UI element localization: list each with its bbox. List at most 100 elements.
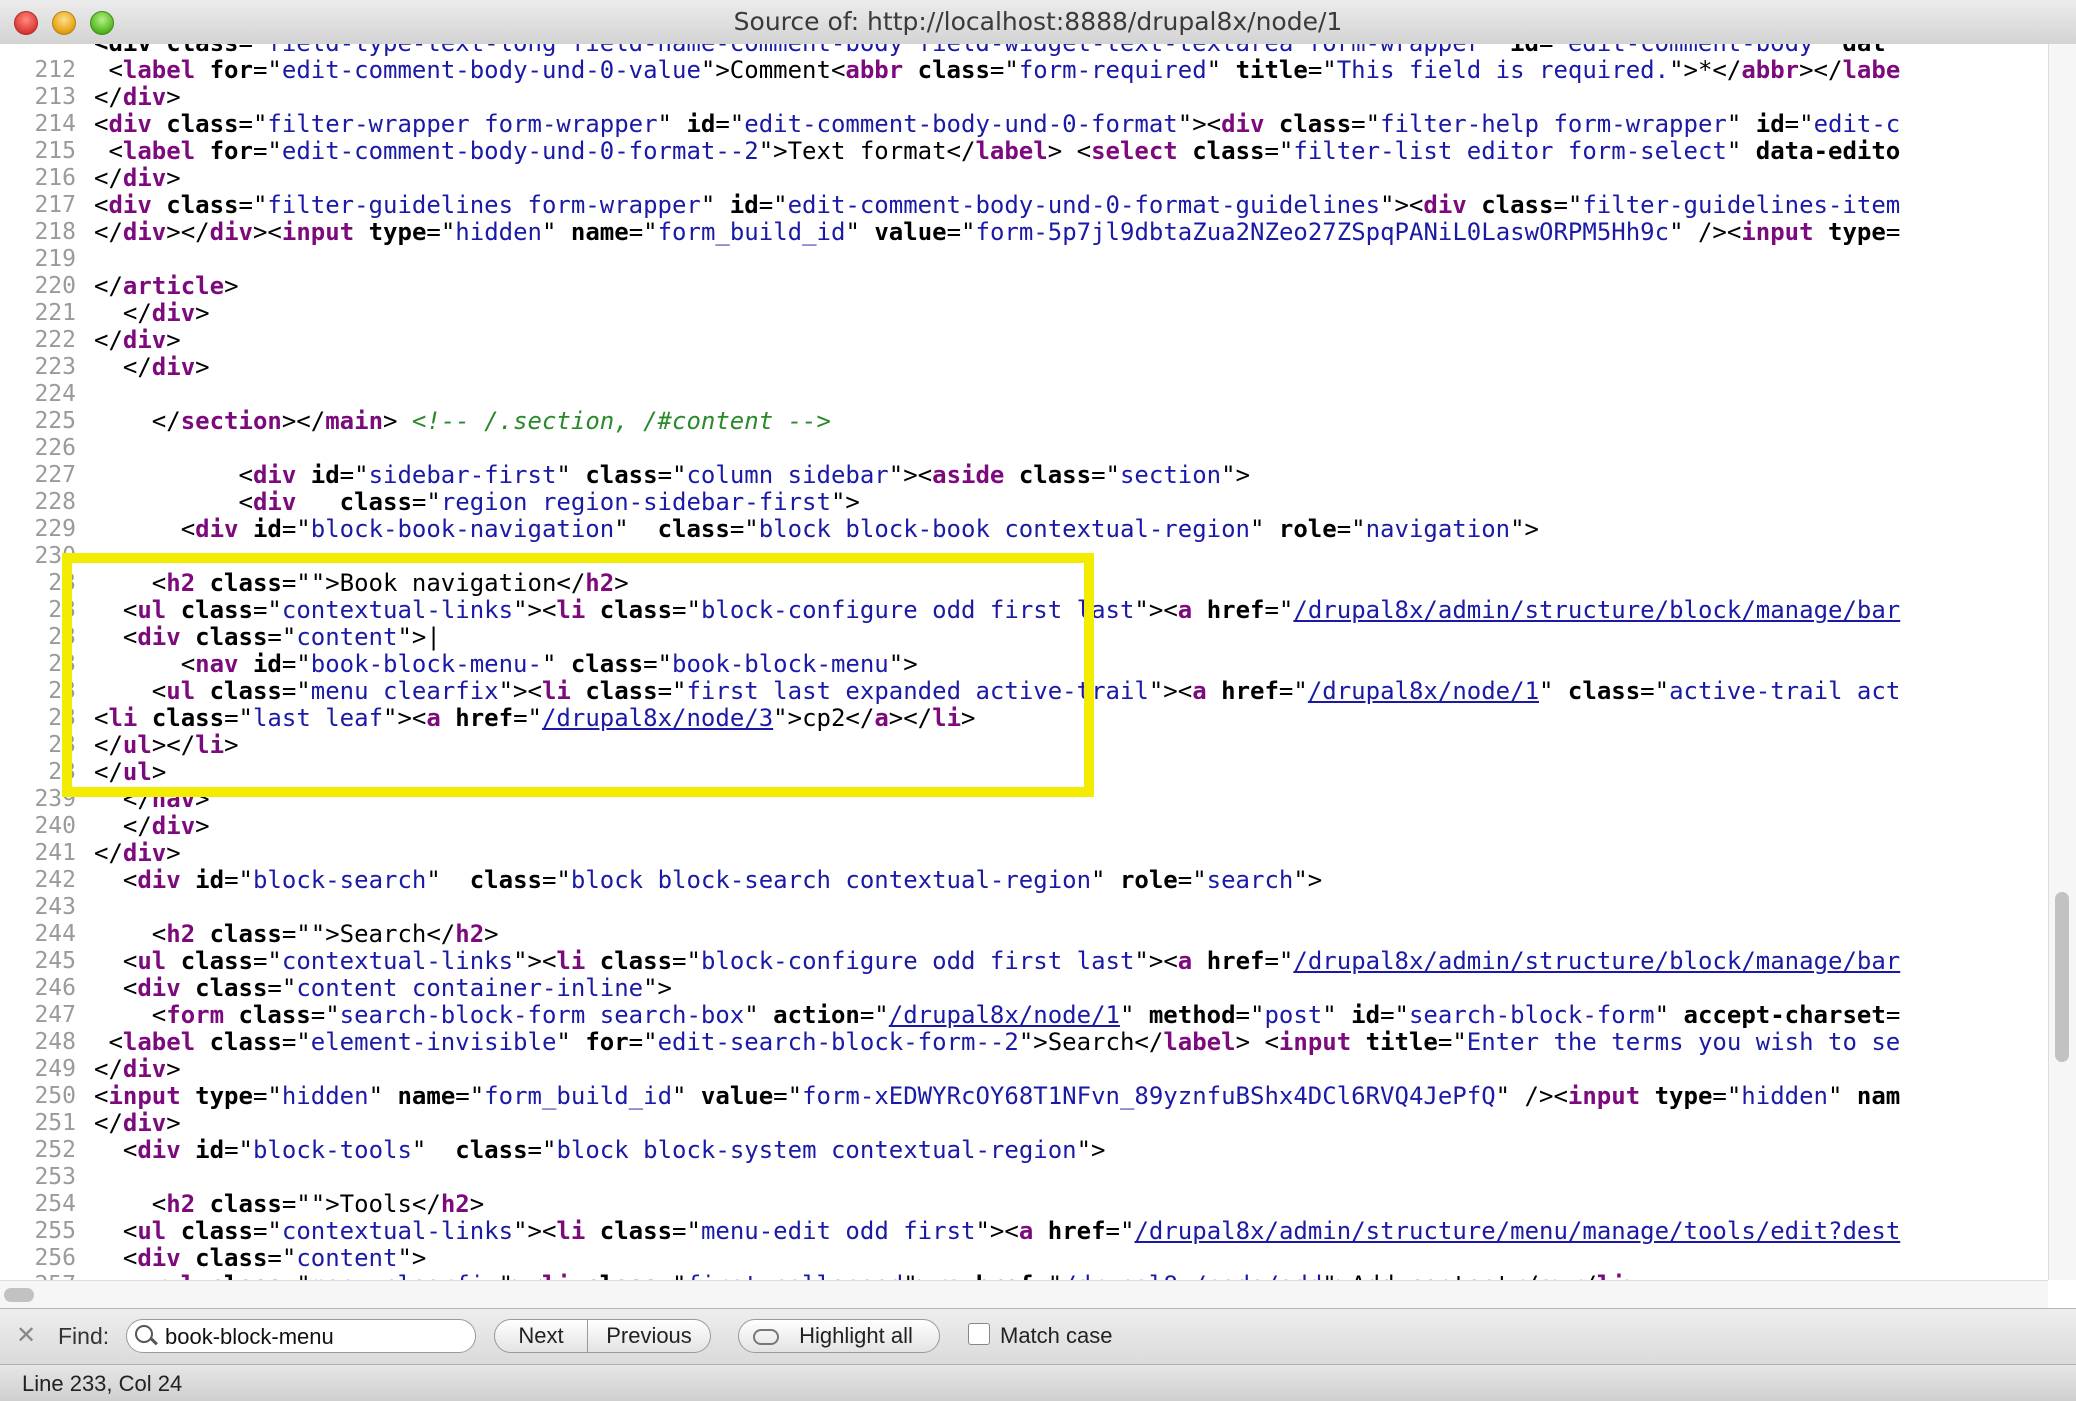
- highlight-all-label: Highlight all: [799, 1323, 913, 1348]
- source-token: =": [1105, 1217, 1135, 1245]
- source-token: </: [94, 812, 152, 840]
- source-token: <: [94, 1082, 109, 1110]
- toggle-pill-icon: [753, 1329, 779, 1345]
- line-number: 242: [34, 867, 76, 893]
- source-token: =: [1885, 1001, 1901, 1029]
- source-token: action: [773, 1001, 860, 1029]
- source-link[interactable]: /drupal8x/admin/structure/menu/manage/to…: [1134, 1217, 1900, 1245]
- source-token: first collapsed: [686, 1271, 903, 1281]
- find-input[interactable]: book-block-menu: [126, 1319, 476, 1353]
- source-token: =": [1235, 1001, 1265, 1029]
- source-token: </: [94, 299, 152, 327]
- source-token: filter-guidelines-item: [1582, 191, 1901, 219]
- source-token: div: [137, 974, 196, 1002]
- source-token: <: [94, 1271, 166, 1281]
- source-token: =": [1307, 56, 1337, 84]
- source-token: " /><: [1669, 218, 1742, 246]
- source-token: div: [209, 218, 253, 246]
- source-token: ": [426, 866, 470, 894]
- source-token: h2: [166, 1190, 210, 1218]
- source-token: " /><: [1495, 1082, 1568, 1110]
- source-token: sidebar-first: [368, 461, 557, 489]
- source-token: class: [585, 461, 658, 489]
- match-case-label[interactable]: Match case: [1000, 1323, 1113, 1349]
- source-link[interactable]: /drupal8x/node/1: [1308, 677, 1539, 705]
- source-link[interactable]: /drupal8x/admin/structure/block/manage/b…: [1293, 947, 1900, 975]
- source-token: block-configure odd first last: [700, 947, 1135, 975]
- source-token: =": [859, 1001, 889, 1029]
- source-token: =": [224, 866, 253, 894]
- source-token: =": [946, 218, 976, 246]
- source-token: id: [729, 191, 759, 219]
- source-token: "><: [903, 1271, 946, 1281]
- source-token: ": [1322, 1001, 1352, 1029]
- line-number: 244: [34, 921, 76, 947]
- source-token: ": [1091, 866, 1120, 894]
- source-token: =": [729, 515, 759, 543]
- source-token: input: [1741, 218, 1829, 246]
- previous-button[interactable]: Previous: [587, 1319, 711, 1353]
- source-token: title: [1235, 56, 1308, 84]
- source-token: post: [1264, 1001, 1323, 1029]
- line-number: 214: [34, 111, 76, 137]
- source-link[interactable]: /drupal8x/node/add: [1062, 1271, 1322, 1281]
- source-token: </: [94, 164, 123, 192]
- source-token: =": [339, 461, 369, 489]
- source-token: class: [917, 56, 990, 84]
- source-line: <h2 class="">Search</h2>: [94, 921, 499, 948]
- highlight-box: [62, 553, 1094, 797]
- source-token: block-tools: [252, 1136, 412, 1164]
- source-token: >: [166, 326, 181, 354]
- source-token: div: [137, 1136, 196, 1164]
- highlight-all-button[interactable]: Highlight all: [738, 1319, 940, 1353]
- source-token: class: [1018, 461, 1092, 489]
- horizontal-scrollbar[interactable]: [0, 1280, 2048, 1309]
- source-token: div: [108, 191, 167, 219]
- source-token: =": [281, 1028, 311, 1056]
- source-token: data-edito: [1755, 137, 1901, 165]
- source-token: ": [556, 461, 586, 489]
- source-token: ></: [1799, 56, 1843, 84]
- source-token: form_build_id: [657, 218, 846, 246]
- source-token: ": [542, 218, 571, 246]
- source-token: =": [252, 56, 282, 84]
- source-link[interactable]: /drupal8x/node/1: [889, 1001, 1120, 1029]
- source-token: </: [94, 326, 123, 354]
- source-line: <label class="element-invisible" for="ed…: [94, 1029, 1900, 1056]
- match-case-checkbox[interactable]: [968, 1323, 990, 1345]
- source-token: "><: [1380, 191, 1424, 219]
- source-token: class: [195, 974, 268, 1002]
- source-token: <: [94, 920, 167, 948]
- source-token: class: [1481, 191, 1554, 219]
- source-token: class: [238, 1001, 311, 1029]
- source-token: =": [1784, 110, 1814, 138]
- source-token: <: [94, 488, 253, 516]
- find-input-value[interactable]: book-block-menu: [165, 1324, 334, 1350]
- source-token: filter-guidelines form-wrapper: [267, 191, 701, 219]
- vertical-scrollbar[interactable]: [2048, 44, 2076, 1280]
- source-token: filter-wrapper form-wrapper: [267, 110, 658, 138]
- source-token: >: [1626, 1271, 1640, 1281]
- source-link[interactable]: /drupal8x/admin/structure/block/manage/b…: [1293, 596, 1900, 624]
- close-icon[interactable]: ✕: [16, 1321, 36, 1350]
- horizontal-scroll-thumb[interactable]: [4, 1288, 34, 1302]
- source-token: </: [94, 1109, 123, 1137]
- source-token: <: [94, 1028, 123, 1056]
- line-number: 216: [34, 165, 76, 191]
- next-button[interactable]: Next: [494, 1319, 588, 1353]
- source-view[interactable]: 212 213 214 215 216 217 218 219 220 221 222 223 224 2…: [0, 44, 2048, 1280]
- source-token: > <: [1047, 137, 1092, 165]
- source-token: form_build_id: [484, 1082, 673, 1110]
- source-token: ": [1206, 56, 1236, 84]
- source-token: div: [1423, 191, 1482, 219]
- source-token: ><: [252, 218, 282, 246]
- source-token: [311, 488, 340, 516]
- source-token: <: [94, 461, 253, 489]
- source-token: label: [122, 1028, 210, 1056]
- source-token: =": [758, 191, 788, 219]
- source-token: h2: [166, 920, 210, 948]
- source-token: a: [1177, 947, 1207, 975]
- source-token: =": [426, 218, 456, 246]
- vertical-scroll-thumb[interactable]: [2055, 892, 2069, 1062]
- source-token: contextual-links: [281, 947, 514, 975]
